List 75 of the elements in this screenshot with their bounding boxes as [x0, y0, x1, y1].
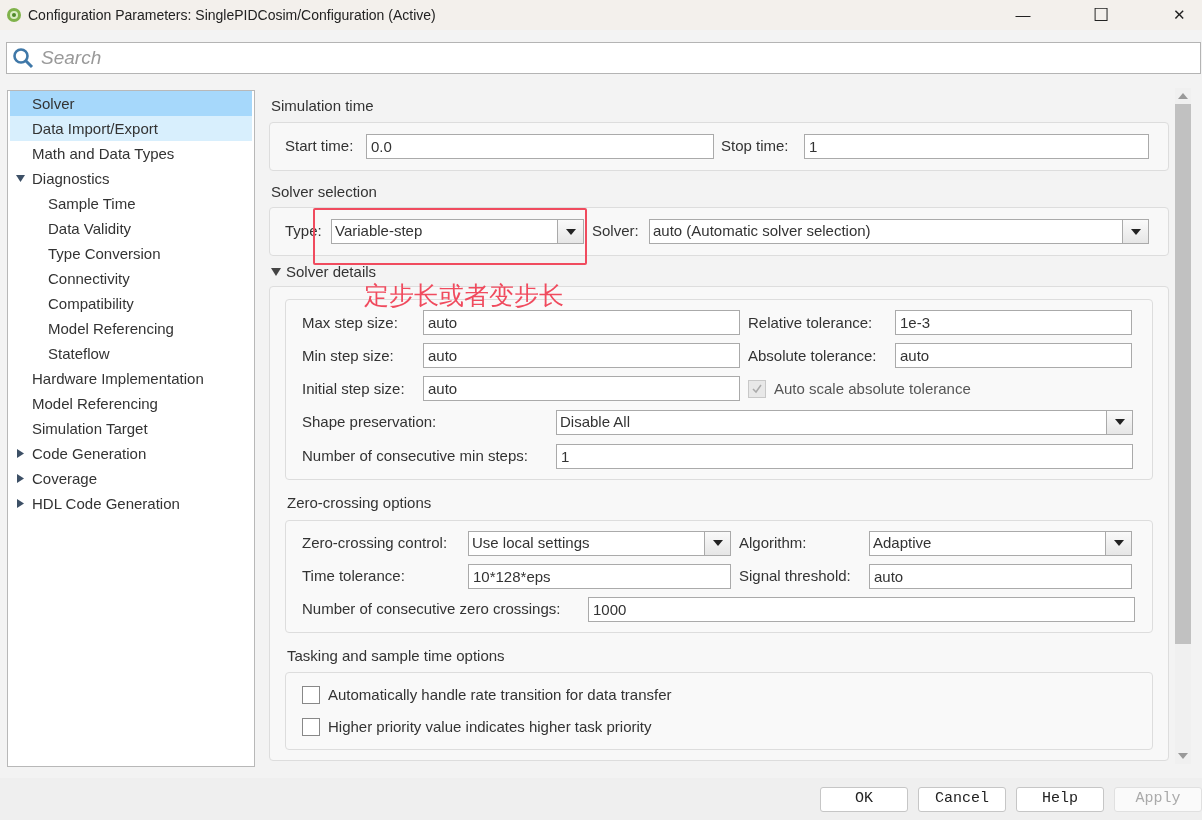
tree-item[interactable]: Code Generation [10, 441, 252, 466]
dialog-button[interactable]: OK [820, 786, 908, 812]
section-title: Solver selection [271, 181, 378, 202]
text-field[interactable]: auto [869, 563, 1132, 589]
dropdown[interactable]: auto (Automatic solver selection) [649, 219, 1149, 244]
text-field[interactable]: auto [423, 376, 740, 402]
text-field[interactable]: 1e-3 [895, 310, 1132, 336]
section-title[interactable]: Solver details [286, 263, 377, 281]
dropdown-arrow-icon [565, 228, 576, 235]
search-field[interactable]: Search [6, 42, 1201, 74]
dropdown-arrow-icon [1114, 419, 1125, 426]
checkbox[interactable]: Higher priority value indicates higher task priority [302, 716, 652, 739]
field-label: Stop time: [721, 135, 790, 156]
section-title: Tasking and sample time options [287, 645, 506, 666]
dialog-button[interactable]: Help [1016, 786, 1104, 812]
text-field[interactable]: 0.0 [366, 133, 714, 159]
checkbox[interactable]: Automatically handle rate transition for data transfer [302, 684, 672, 707]
dropdown-arrow-icon [1113, 540, 1124, 547]
tree-item[interactable]: Simulation Target [10, 416, 252, 441]
field-label: Signal threshold: [739, 566, 852, 586]
field-label: Number of consecutive zero crossings: [302, 599, 562, 619]
dropdown-arrow-icon [1130, 228, 1141, 235]
window-title: Configuration Parameters: SinglePIDCosim/Configuration (Active) [28, 5, 436, 25]
field-label: Initial step size: [302, 378, 406, 399]
close-button[interactable]: ✕ [1156, 0, 1202, 30]
maximize-button[interactable]: ☐ [1078, 0, 1124, 30]
tree-item[interactable]: Solver [10, 91, 252, 116]
field-label: Absolute tolerance: [748, 345, 878, 366]
scroll-thumb[interactable] [1175, 104, 1191, 644]
text-field[interactable]: 1 [556, 443, 1133, 469]
text-field[interactable]: 1 [804, 133, 1149, 159]
field-label: Min step size: [302, 345, 395, 366]
tree-item[interactable]: Coverage [10, 466, 252, 491]
annotation-text: 定步长或者变步长 [364, 282, 564, 310]
tree-item[interactable]: Model Referencing [10, 316, 252, 341]
field-label: Zero-crossing control: [302, 533, 449, 553]
text-field[interactable]: 10*128*eps [468, 563, 731, 589]
tree-item[interactable]: Math and Data Types [10, 141, 252, 166]
app-logo-icon [6, 7, 22, 23]
tree-item[interactable]: Data Validity [10, 216, 252, 241]
field-label: Relative tolerance: [748, 312, 874, 333]
tree-item[interactable]: Connectivity [10, 266, 252, 291]
dropdown[interactable]: Disable All [556, 409, 1133, 435]
dialog-button[interactable]: Cancel [918, 786, 1006, 812]
dialog-button: Apply [1114, 786, 1202, 812]
checkbox: Auto scale absolute tolerance [748, 377, 971, 400]
search-icon [12, 47, 34, 69]
minimize-button[interactable]: — [1000, 0, 1046, 30]
tree-item[interactable]: Type Conversion [10, 241, 252, 266]
field-label: Algorithm: [739, 533, 808, 553]
field-label: Time tolerance: [302, 566, 406, 586]
tree-item[interactable]: HDL Code Generation [10, 491, 252, 516]
tree-item[interactable]: Stateflow [10, 341, 252, 366]
dropdown[interactable]: Variable-step [331, 219, 584, 244]
text-field[interactable]: auto [895, 343, 1132, 369]
field-label: Shape preservation: [302, 412, 438, 432]
tree-item[interactable]: Hardware Implementation [10, 366, 252, 391]
section-title: Simulation time [271, 96, 375, 116]
dropdown[interactable]: Adaptive [869, 530, 1132, 556]
text-field[interactable]: 1000 [588, 596, 1135, 622]
tree-item[interactable]: Sample Time [10, 191, 252, 216]
tree-item[interactable]: Data Import/Export [10, 116, 252, 141]
tree-item[interactable]: Model Referencing [10, 391, 252, 416]
field-label: Start time: [285, 135, 355, 156]
text-field[interactable]: auto [423, 310, 740, 336]
dropdown[interactable]: Use local settings [468, 530, 731, 556]
tree-item[interactable]: Diagnostics [10, 166, 252, 191]
checkmark-icon [751, 382, 763, 395]
field-label: Max step size: [302, 312, 399, 333]
section-title: Zero-crossing options [287, 493, 433, 514]
text-field[interactable]: auto [423, 343, 740, 369]
tree-item[interactable]: Compatibility [10, 291, 252, 316]
dropdown-arrow-icon [712, 540, 723, 547]
field-label: Number of consecutive min steps: [302, 446, 529, 466]
field-label: Solver: [592, 221, 640, 242]
